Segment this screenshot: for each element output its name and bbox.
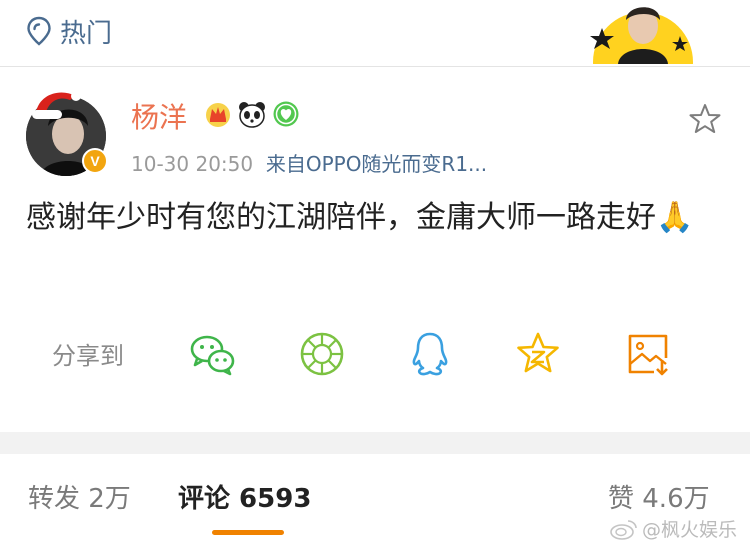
location-pin-icon xyxy=(27,16,51,46)
tab-comments[interactable]: 评论 6593 xyxy=(178,478,311,515)
favorite-star-icon[interactable] xyxy=(688,102,722,136)
author-avatar[interactable]: V xyxy=(26,86,110,178)
user-badges xyxy=(203,100,301,128)
qq-icon[interactable] xyxy=(406,330,454,378)
panda-icon xyxy=(237,100,267,128)
weibo-logo-icon xyxy=(610,519,637,540)
section-separator xyxy=(0,432,750,454)
crown-icon xyxy=(203,100,233,128)
watermark-text: @枫火娱乐 xyxy=(642,519,738,541)
share-row: 分享到 xyxy=(52,330,124,376)
hot-label: 热门 xyxy=(60,18,113,49)
save-image-icon[interactable] xyxy=(624,330,672,378)
tab-likes[interactable]: 赞 4.6万 xyxy=(608,478,710,515)
post-time: 10-30 20:50 xyxy=(131,152,254,176)
active-tab-indicator xyxy=(212,530,284,535)
author-name[interactable]: 杨洋 xyxy=(131,96,187,136)
post-meta: 10-30 20:50 来自OPPO随光而变R1... xyxy=(131,148,487,177)
hot-tab[interactable]: 热门 xyxy=(26,14,113,49)
tab-repost[interactable]: 转发 2万 xyxy=(28,478,131,515)
verified-badge: V xyxy=(82,148,108,174)
post-content: 感谢年少时有您的江湖陪伴，金庸大师一路走好🙏 xyxy=(26,200,694,235)
top-bar: 热门 xyxy=(0,0,750,66)
santa-hat-icon xyxy=(32,91,81,119)
header-divider xyxy=(0,66,750,67)
qzone-icon[interactable] xyxy=(514,330,562,378)
wechat-icon[interactable] xyxy=(188,330,236,378)
heart-badge-icon xyxy=(271,100,301,128)
user-avatar-sticker[interactable] xyxy=(588,0,698,64)
post-source[interactable]: 来自OPPO随光而变R1... xyxy=(266,152,487,176)
watermark: @枫火娱乐 xyxy=(610,515,737,542)
moments-icon[interactable] xyxy=(298,330,346,378)
share-label: 分享到 xyxy=(52,341,124,370)
